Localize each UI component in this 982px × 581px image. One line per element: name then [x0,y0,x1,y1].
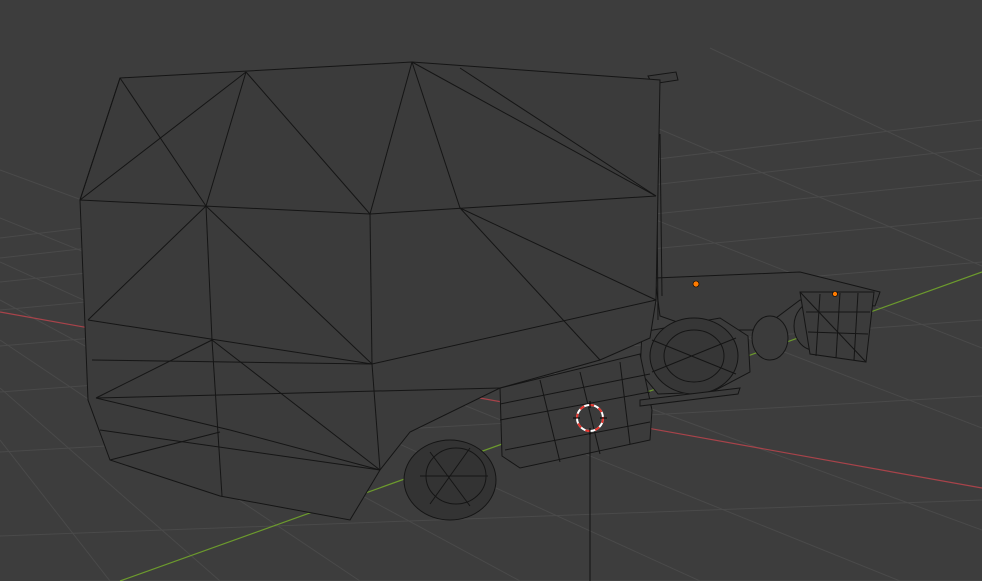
3d-viewport[interactable] [0,0,982,581]
object-origin-icon[interactable] [832,291,838,297]
rear-light-panel[interactable] [799,291,875,363]
object-origin-icon[interactable] [692,280,700,288]
viewport-scene[interactable] [0,0,982,581]
